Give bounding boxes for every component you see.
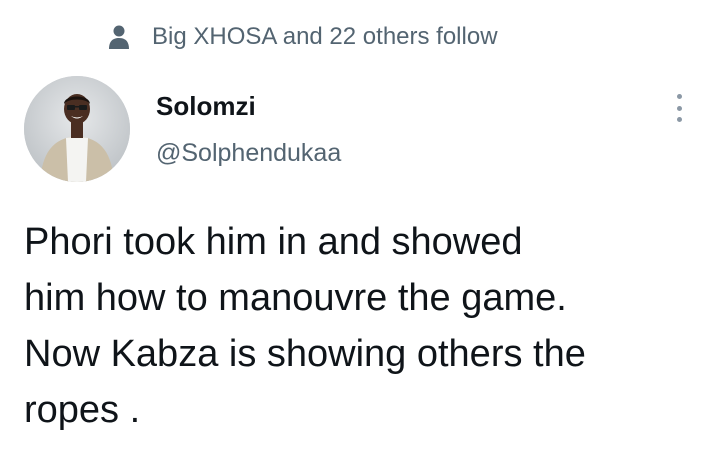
social-context[interactable]: Big XHOSA and 22 others follow (108, 20, 498, 54)
person-icon (108, 24, 130, 50)
avatar[interactable] (24, 76, 130, 182)
tweet-text-line: Now Kabza is showing others the (24, 333, 586, 375)
tweet-text-line: Phori took him in and showed (24, 221, 523, 263)
more-vertical-icon (676, 94, 682, 99)
more-options-button[interactable] (664, 90, 694, 126)
more-vertical-icon-dot (676, 117, 682, 122)
more-vertical-icon-dot (676, 105, 682, 111)
tweet-text-line: ropes . (24, 389, 141, 431)
author-display-name[interactable]: Solomzi (156, 91, 256, 122)
tweet-text-line: him how to manouvre the game. (24, 277, 567, 319)
social-context-text: Big XHOSA and 22 others follow (152, 23, 498, 50)
author-handle[interactable]: @Solphendukaa (156, 139, 341, 168)
tweet-text: Phori took him in and showed him how to … (24, 214, 704, 438)
